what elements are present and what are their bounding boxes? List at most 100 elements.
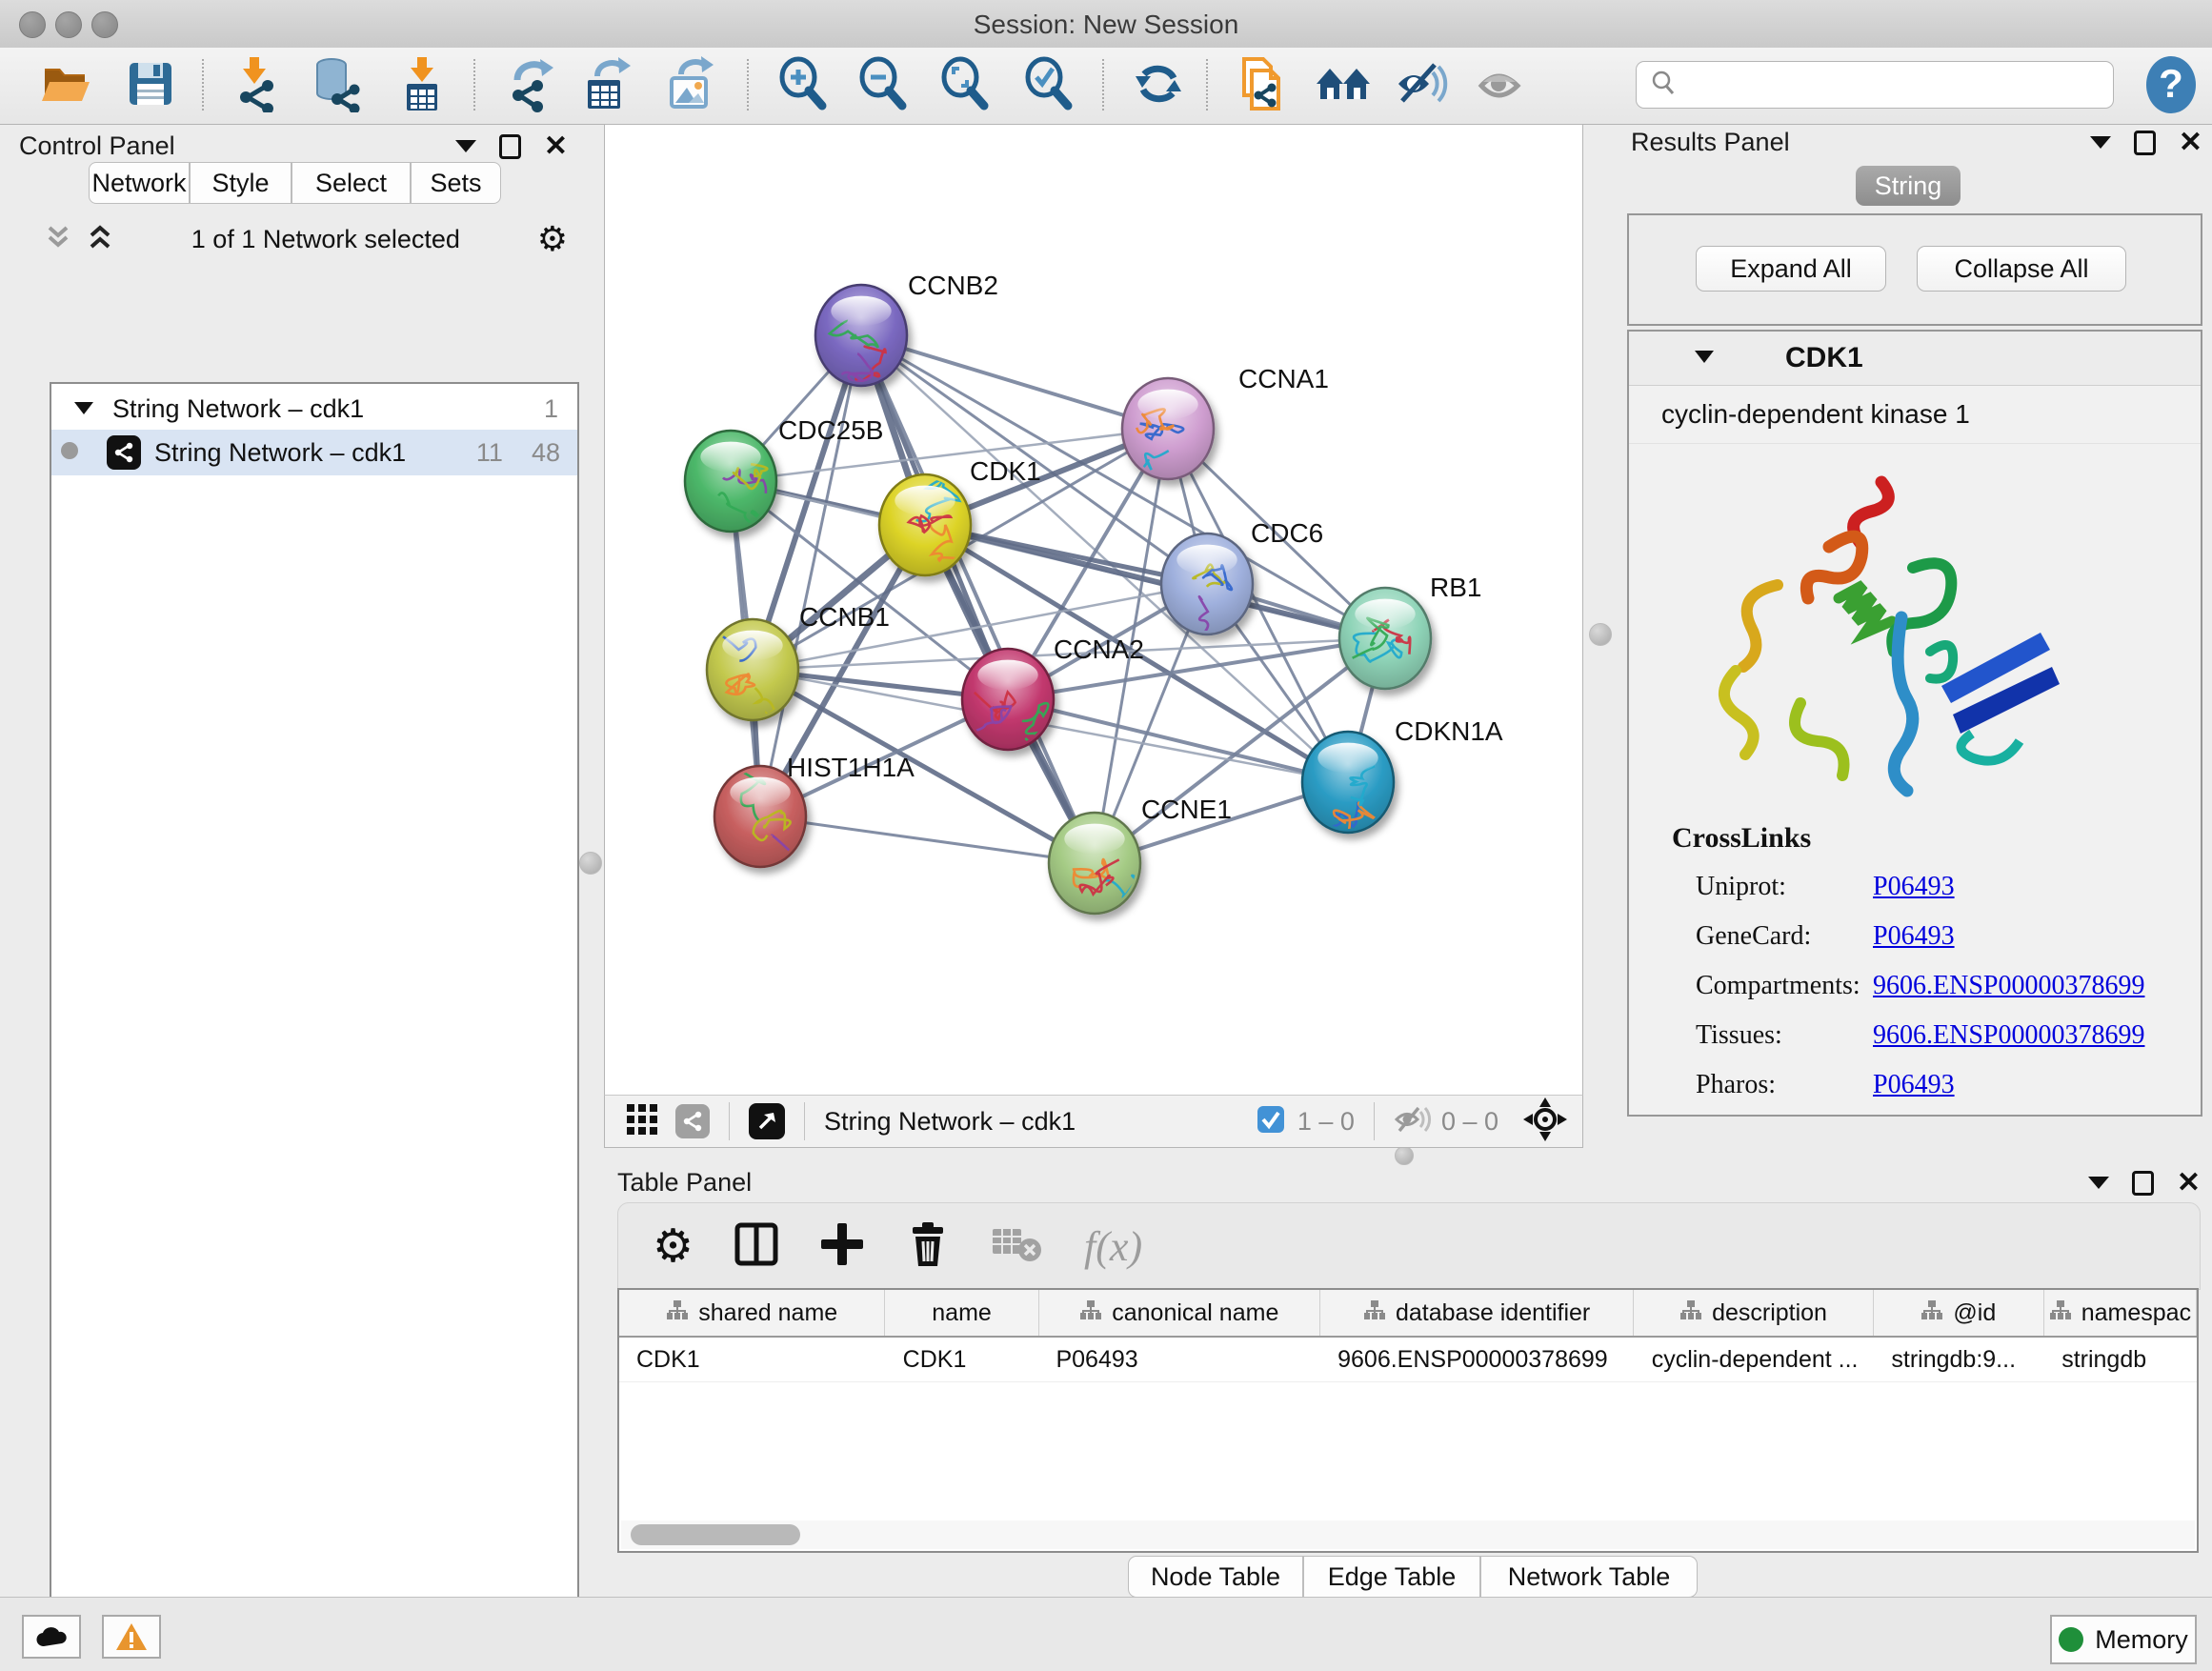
column-header-@id[interactable]: @id	[1874, 1290, 2044, 1336]
collapse-triangle-icon[interactable]	[72, 394, 95, 424]
gene-header-row[interactable]: CDK1	[1629, 332, 2201, 386]
collapse-all-networks-icon[interactable]	[44, 222, 72, 257]
tab-node-table[interactable]: Node Table	[1128, 1556, 1303, 1598]
hidden-eye-icon[interactable]	[1394, 1104, 1432, 1139]
show-columns-icon[interactable]	[732, 1219, 781, 1274]
tab-sets[interactable]: Sets	[411, 162, 501, 204]
column-header-namespac[interactable]: namespac	[2044, 1290, 2197, 1336]
table-row[interactable]: CDK1CDK1P064939606.ENSP00000378699cyclin…	[619, 1338, 2197, 1382]
warnings-button[interactable]	[102, 1615, 161, 1659]
network-node-CCNB1[interactable]: CCNB1	[703, 602, 889, 731]
panel-close-icon[interactable]: ✕	[544, 137, 568, 156]
cloud-button[interactable]	[22, 1615, 81, 1659]
import-network-from-database-icon[interactable]	[308, 55, 365, 112]
search-field[interactable]	[1636, 61, 2114, 109]
help-button[interactable]: ?	[2142, 53, 2199, 111]
crosslink-value-link[interactable]: P06493	[1873, 872, 1955, 902]
selected-checkbox-icon[interactable]	[1256, 1104, 1286, 1139]
table-cell[interactable]: stringdb:9...	[1874, 1338, 2044, 1381]
network-edge[interactable]	[760, 335, 861, 816]
column-header-description[interactable]: description	[1634, 1290, 1874, 1336]
panel-maximize-icon[interactable]	[499, 134, 521, 159]
panel-close-icon[interactable]: ✕	[2177, 1174, 2201, 1193]
open-in-browser-icon[interactable]	[749, 1103, 785, 1139]
expand-all-networks-icon[interactable]	[86, 222, 114, 257]
network-node-RB1[interactable]: RB1	[1339, 573, 1481, 689]
gene-collapse-triangle-icon[interactable]	[1692, 347, 1717, 371]
left-splitter-handle[interactable]	[579, 852, 602, 875]
network-edge[interactable]	[861, 335, 1168, 429]
tab-string[interactable]: String	[1856, 166, 1961, 206]
hide-selected-icon[interactable]	[1393, 55, 1450, 112]
delete-table-icon[interactable]	[991, 1221, 1044, 1272]
memory-button[interactable]: Memory	[2050, 1615, 2197, 1664]
export-table-icon[interactable]	[576, 55, 633, 112]
create-column-icon[interactable]	[817, 1219, 867, 1274]
table-options-gear-icon[interactable]: ⚙	[653, 1219, 694, 1273]
fit-crosshair-icon[interactable]	[1523, 1097, 1567, 1146]
network-collection-row[interactable]: String Network – cdk1 1	[51, 388, 577, 430]
duplicate-network-icon[interactable]	[1233, 55, 1290, 112]
export-network-icon[interactable]	[500, 55, 557, 112]
network-node-CCNE1[interactable]: CCNE1	[1049, 795, 1232, 914]
column-header-database-identifier[interactable]: database identifier	[1320, 1290, 1634, 1336]
tab-edge-table[interactable]: Edge Table	[1303, 1556, 1480, 1598]
network-canvas[interactable]: CCNB2 CCNA1 CDC25B CDK1 CDC6 RB1	[604, 124, 1583, 1096]
network-edge[interactable]	[760, 816, 1095, 863]
import-table-icon[interactable]	[393, 55, 451, 112]
crosslink-value-link[interactable]: 9606.ENSP00000378699	[1873, 1020, 2144, 1051]
right-splitter-handle[interactable]	[1589, 623, 1612, 646]
crosslink-value-link[interactable]: P06493	[1873, 1070, 1955, 1100]
network-node-CCNB2[interactable]: CCNB2	[815, 271, 998, 398]
panel-close-icon[interactable]: ✕	[2179, 133, 2202, 152]
zoom-selected-icon[interactable]	[1019, 55, 1076, 112]
export-image-icon[interactable]	[660, 55, 717, 112]
panel-float-icon[interactable]	[2088, 1177, 2109, 1189]
delete-column-icon[interactable]	[903, 1219, 953, 1274]
function-builder-icon[interactable]: f(x)	[1084, 1222, 1142, 1271]
network-options-gear-icon[interactable]: ⚙	[537, 220, 568, 259]
table-cell[interactable]: CDK1	[619, 1338, 886, 1381]
column-header-shared-name[interactable]: shared name	[619, 1290, 885, 1336]
collapse-all-button[interactable]: Collapse All	[1917, 246, 2126, 292]
search-input[interactable]	[1686, 65, 2113, 105]
scrollbar-handle[interactable]	[631, 1524, 800, 1545]
tab-style[interactable]: Style	[190, 162, 292, 204]
panel-float-icon[interactable]	[2090, 136, 2111, 149]
table-cell[interactable]: P06493	[1038, 1338, 1320, 1381]
table-cell[interactable]: 9606.ENSP00000378699	[1320, 1338, 1635, 1381]
import-network-icon[interactable]	[227, 55, 284, 112]
panel-maximize-icon[interactable]	[2134, 131, 2156, 155]
zoom-in-icon[interactable]	[774, 55, 831, 112]
panel-maximize-icon[interactable]	[2132, 1171, 2154, 1196]
table-horizontal-scrollbar[interactable]	[621, 1520, 2195, 1549]
network-edge[interactable]	[861, 335, 1095, 863]
refresh-icon[interactable]	[1130, 55, 1187, 112]
open-session-icon[interactable]	[38, 55, 95, 112]
node-table[interactable]: shared namenamecanonical namedatabase id…	[617, 1288, 2199, 1553]
save-session-icon[interactable]	[122, 55, 179, 112]
network-node-CDKN1A[interactable]: CDKN1A	[1302, 716, 1503, 835]
birdseye-grid-icon[interactable]	[626, 1103, 658, 1140]
show-all-icon[interactable]	[1474, 55, 1531, 112]
crosslink-value-link[interactable]: P06493	[1873, 921, 1955, 952]
crosslink-value-link[interactable]: 9606.ENSP00000378699	[1873, 971, 2144, 1001]
tab-network[interactable]: Network	[89, 162, 190, 204]
table-cell[interactable]: CDK1	[886, 1338, 1039, 1381]
zoom-out-icon[interactable]	[854, 55, 911, 112]
column-header-canonical-name[interactable]: canonical name	[1039, 1290, 1320, 1336]
network-row-selected[interactable]: String Network – cdk1 11 48	[51, 430, 577, 475]
column-header-name[interactable]: name	[885, 1290, 1038, 1336]
table-cell[interactable]: cyclin-dependent ...	[1635, 1338, 1875, 1381]
zoom-fit-icon[interactable]	[935, 55, 993, 112]
expand-all-button[interactable]: Expand All	[1696, 246, 1886, 292]
tab-select[interactable]: Select	[292, 162, 411, 204]
panel-float-icon[interactable]	[455, 140, 476, 152]
string-view-icon[interactable]	[675, 1104, 710, 1138]
tab-network-table[interactable]: Network Table	[1480, 1556, 1698, 1598]
bottom-splitter-handle[interactable]	[1395, 1146, 1414, 1165]
network-node-CCNA1[interactable]: CCNA1	[1114, 364, 1329, 493]
table-cell[interactable]: stringdb	[2044, 1338, 2197, 1381]
network-node-HIST1H1A[interactable]: HIST1H1A	[714, 753, 915, 888]
first-neighbors-icon[interactable]	[1315, 55, 1372, 112]
